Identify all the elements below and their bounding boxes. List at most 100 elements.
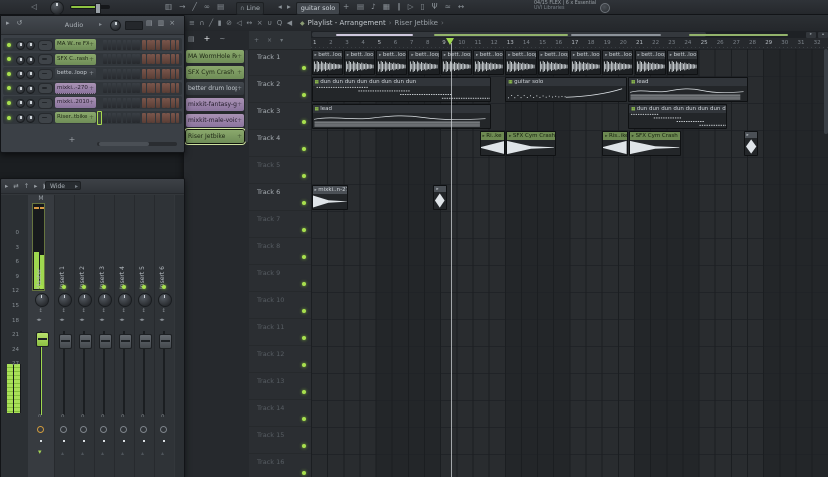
track-header[interactable]: Track 4 (249, 130, 311, 157)
step-cell[interactable] (127, 98, 131, 108)
step-cell[interactable] (123, 83, 127, 93)
link-icon[interactable]: ∞ (204, 0, 210, 14)
channel-mute-switch[interactable] (38, 69, 53, 80)
playlist-clip-drums[interactable]: ▸bett..loop (635, 50, 666, 75)
automation-filter-icon[interactable]: ~ (219, 35, 225, 43)
step-cell[interactable] (103, 113, 107, 123)
record-dot[interactable] (103, 440, 105, 442)
strip-led[interactable] (122, 285, 126, 289)
channel-pan-knob[interactable] (16, 85, 25, 94)
play-icon[interactable]: ▸ (34, 179, 37, 193)
keyboard-editor-icon[interactable]: ▥ (158, 14, 165, 32)
fader-handle[interactable] (59, 334, 72, 349)
strip-pan-knob[interactable] (158, 293, 172, 307)
step-cell[interactable] (176, 54, 180, 64)
fader-handle[interactable] (99, 334, 112, 349)
step-cell[interactable] (117, 54, 121, 64)
track-led[interactable] (302, 201, 306, 205)
step-cell[interactable] (136, 54, 140, 64)
step-cell[interactable] (176, 98, 180, 108)
step-cell[interactable] (176, 69, 180, 79)
tempo-tap-icon[interactable]: ▷ (408, 0, 414, 14)
fader-handle[interactable] (159, 334, 172, 349)
master-arrow-icon[interactable]: ▾ (38, 449, 42, 455)
step-cell[interactable] (108, 54, 112, 64)
step-cell[interactable] (156, 83, 160, 93)
playlist-clip-crash[interactable]: ▸SFX Cym Crash (629, 131, 681, 156)
rack-scrollbar[interactable] (97, 142, 177, 146)
track-header[interactable]: Track 12 (249, 346, 311, 373)
step-cell[interactable] (136, 113, 140, 123)
strip-pan-knob[interactable] (58, 293, 72, 307)
step-cell[interactable] (151, 40, 155, 50)
step-cell[interactable] (142, 54, 146, 64)
track-led[interactable] (302, 174, 306, 178)
rack-scroll-thumb[interactable] (99, 142, 149, 146)
track-led[interactable] (302, 363, 306, 367)
picker-item[interactable]: Riser Jetbike+ (186, 130, 244, 143)
track-led[interactable] (302, 444, 306, 448)
step-cell[interactable] (127, 54, 131, 64)
channel-vol-knob[interactable] (26, 85, 35, 94)
step-cell[interactable] (166, 69, 170, 79)
step-cell[interactable] (176, 113, 180, 123)
channel-pan-knob[interactable] (16, 114, 25, 123)
line-tool-selector[interactable]: ∩ Line (236, 2, 264, 15)
step-cell[interactable] (132, 40, 136, 50)
pattern-grid-icon[interactable]: ▥ (165, 0, 172, 14)
step-cell[interactable] (117, 40, 121, 50)
track-led[interactable] (302, 309, 306, 313)
step-cell[interactable] (132, 69, 136, 79)
step-cell[interactable] (151, 83, 155, 93)
track-header[interactable]: Track 3 (249, 103, 311, 130)
mute-circle[interactable] (160, 426, 167, 433)
step-cell[interactable] (162, 98, 166, 108)
strip-pan-knob[interactable] (118, 293, 132, 307)
pattern-next-icon[interactable]: ▸ (287, 0, 291, 14)
step-cell[interactable] (142, 113, 146, 123)
playlist-clip-riser[interactable]: ▸Ri..ke (480, 131, 506, 156)
audio-filter-icon[interactable]: + (204, 34, 211, 43)
mute-circle[interactable] (80, 426, 87, 433)
channel-button[interactable]: Riser..tbike+ (55, 112, 96, 123)
step-cell[interactable] (112, 98, 116, 108)
step-cell[interactable] (171, 54, 175, 64)
channel-led[interactable] (7, 101, 11, 105)
step-cell[interactable] (132, 83, 136, 93)
slice-icon[interactable]: × (257, 15, 263, 31)
step-cell[interactable] (112, 83, 116, 93)
mute-circle[interactable] (120, 426, 127, 433)
rack-menu-icon[interactable]: ▸ (6, 14, 10, 32)
step-cell[interactable] (162, 69, 166, 79)
picker-item[interactable]: mixkit-male-voice-c..+ (186, 114, 244, 127)
add-track-icon[interactable]: + (254, 37, 259, 44)
strip-pan-knob[interactable] (35, 293, 49, 307)
step-cell[interactable] (162, 113, 166, 123)
step-cell[interactable] (166, 98, 170, 108)
channel-mute-switch[interactable] (38, 40, 53, 51)
channel-vol-knob[interactable] (26, 114, 35, 123)
channel-button[interactable]: bette..loop+ (55, 68, 96, 79)
step-cell[interactable] (123, 98, 127, 108)
playlist-clip-drums[interactable]: ▸bett..loop (473, 50, 504, 75)
channel-button[interactable]: SFX C..rash+ (55, 54, 96, 65)
step-cell[interactable] (103, 83, 107, 93)
channel-mute-switch[interactable] (38, 98, 53, 109)
insert-arrow-icon[interactable]: ▴ (61, 451, 64, 457)
pattern-selector[interactable]: guitar solo (296, 2, 340, 15)
track-led[interactable] (302, 255, 306, 259)
playlist-clip-decay[interactable]: ▸mixki..n-270 (312, 185, 348, 210)
channel-led[interactable] (7, 57, 11, 61)
step-cell[interactable] (151, 113, 155, 123)
step-cell[interactable] (156, 54, 160, 64)
mute-circle[interactable] (100, 426, 107, 433)
step-cell[interactable] (123, 40, 127, 50)
playlist-clip-pop[interactable]: ▸ (433, 185, 447, 210)
swing-icon[interactable]: ↺ (17, 14, 23, 32)
step-cell[interactable] (166, 113, 170, 123)
pattern-prev-icon[interactable]: ◂ (278, 0, 282, 14)
scroll-right-button[interactable]: ▸ (806, 32, 816, 38)
touch-controller-icon[interactable]: ≈ (445, 0, 451, 14)
step-cell[interactable] (132, 98, 136, 108)
playlist-clip-riser[interactable]: ▸Ris..ike (602, 131, 628, 156)
